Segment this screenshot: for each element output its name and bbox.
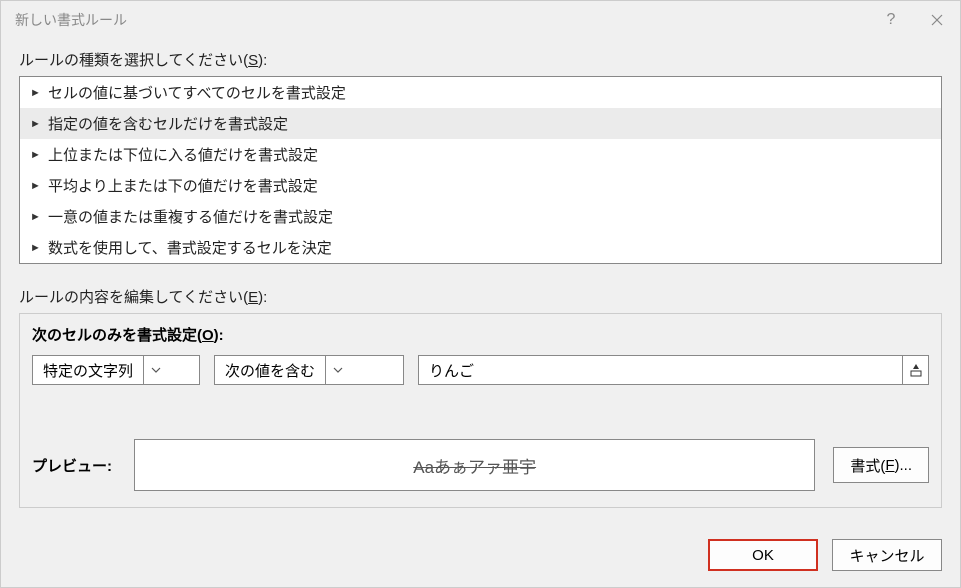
help-button[interactable]: ? <box>868 1 914 39</box>
rule-type-list: ►セルの値に基づいてすべてのセルを書式設定 ►指定の値を含むセルだけを書式設定 … <box>19 76 942 264</box>
rule-type-item[interactable]: ►上位または下位に入る値だけを書式設定 <box>20 139 941 170</box>
chevron-down-icon <box>143 356 167 384</box>
bullet-icon: ► <box>30 87 42 99</box>
rule-description-group: 次のセルのみを書式設定(O): 特定の文字列 次の値を含む <box>19 313 942 508</box>
condition-controls-row: 特定の文字列 次の値を含む <box>32 355 929 385</box>
bullet-icon: ► <box>30 180 42 192</box>
preview-box: Aaあぁアァ亜宇 <box>134 439 815 491</box>
dialog-new-formatting-rule: 新しい書式ルール ? ルールの種類を選択してください(S): ►セルの値に基づい… <box>0 0 961 588</box>
rule-type-item[interactable]: ►指定の値を含むセルだけを書式設定 <box>20 108 941 139</box>
cancel-button[interactable]: キャンセル <box>832 539 942 571</box>
bullet-icon: ► <box>30 211 42 223</box>
range-selector-icon <box>909 363 923 377</box>
rule-type-item[interactable]: ►数式を使用して、書式設定するセルを決定 <box>20 232 941 263</box>
edit-rule-description-label: ルールの内容を編集してください(E): <box>19 286 942 307</box>
dialog-title: 新しい書式ルール <box>15 10 868 30</box>
dialog-footer: OK キャンセル <box>1 525 960 587</box>
value-input[interactable] <box>419 356 902 384</box>
rule-type-item[interactable]: ►平均より上または下の値だけを書式設定 <box>20 170 941 201</box>
value-input-wrap <box>418 355 929 385</box>
condition-type-combo[interactable]: 特定の文字列 <box>32 355 200 385</box>
bullet-icon: ► <box>30 118 42 130</box>
rule-type-item[interactable]: ►セルの値に基づいてすべてのセルを書式設定 <box>20 77 941 108</box>
select-rule-type-label: ルールの種類を選択してください(S): <box>19 49 942 70</box>
close-icon <box>931 14 943 26</box>
titlebar: 新しい書式ルール ? <box>1 1 960 39</box>
operator-combo[interactable]: 次の値を含む <box>214 355 404 385</box>
range-selector-button[interactable] <box>902 356 928 384</box>
bullet-icon: ► <box>30 149 42 161</box>
preview-row: プレビュー: Aaあぁアァ亜宇 書式(F)... <box>32 439 929 491</box>
close-button[interactable] <box>914 1 960 39</box>
preview-label: プレビュー: <box>32 455 116 476</box>
format-button[interactable]: 書式(F)... <box>833 447 929 483</box>
ok-button[interactable]: OK <box>708 539 818 571</box>
dialog-content: ルールの種類を選択してください(S): ►セルの値に基づいてすべてのセルを書式設… <box>1 39 960 525</box>
chevron-down-icon <box>325 356 349 384</box>
rule-type-item[interactable]: ►一意の値または重複する値だけを書式設定 <box>20 201 941 232</box>
format-only-cells-label: 次のセルのみを書式設定(O): <box>32 324 929 345</box>
bullet-icon: ► <box>30 242 42 254</box>
